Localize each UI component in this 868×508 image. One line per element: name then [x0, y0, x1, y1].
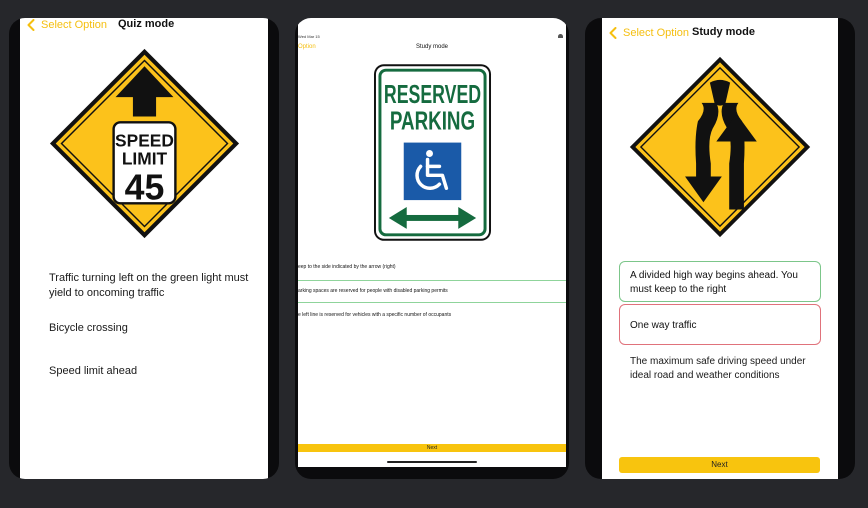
device-middle: Wed Mar 15 Option Study mode RESERVED PA…	[295, 18, 569, 479]
answer-text: A divided high way begins ahead. You mus…	[630, 270, 798, 295]
back-label: Select Option	[623, 26, 690, 39]
page-title: Study mode	[416, 44, 449, 50]
chevron-left-icon	[27, 18, 35, 31]
answer-divider-top	[298, 280, 566, 281]
answer-option-3[interactable]: Speed limit ahead	[49, 364, 259, 379]
back-button[interactable]: Select Option	[609, 26, 689, 39]
svg-text:45: 45	[125, 167, 165, 207]
back-label: Select Option	[41, 18, 108, 31]
home-indicator	[387, 461, 477, 463]
back-button[interactable]: Option	[298, 44, 316, 50]
screen-study-mode: Wed Mar 15 Option Study mode RESERVED PA…	[298, 18, 566, 467]
status-bar-time: Wed Mar 15	[298, 34, 320, 39]
speed-limit-ahead-sign: SPEED LIMIT 45	[49, 48, 240, 239]
svg-text:SPEED: SPEED	[115, 130, 174, 150]
back-button[interactable]: Select Option	[27, 18, 107, 31]
answer-option-3[interactable]: The maximum safe driving speed under ide…	[630, 355, 820, 383]
device-left: Select Option Quiz mode SPEED LIMIT 45 T…	[9, 18, 279, 479]
svg-text:PARKING: PARKING	[390, 108, 475, 136]
answer-option-2[interactable]: Bicycle crossing	[49, 321, 259, 336]
answer-option-3[interactable]: e left line is reserved for vehicles wit…	[298, 312, 566, 318]
device-right: Select Option Study mode A divided high …	[585, 18, 855, 479]
svg-text:LIMIT: LIMIT	[122, 149, 168, 169]
answer-option-correct[interactable]: A divided high way begins ahead. You mus…	[619, 261, 821, 302]
answer-option-1[interactable]: Traffic turning left on the green light …	[49, 271, 259, 301]
page-title: Quiz mode	[118, 18, 175, 30]
reserved-parking-sign: RESERVED PARKING	[373, 64, 492, 241]
next-button[interactable]: Next	[298, 444, 566, 452]
answer-option-wrong[interactable]: One way traffic	[619, 304, 821, 345]
svg-text:RESERVED: RESERVED	[384, 81, 481, 109]
divided-highway-sign	[629, 56, 811, 238]
answer-option-1[interactable]: eep to the side indicated by the arrow (…	[298, 264, 566, 270]
back-label: Option	[298, 44, 316, 50]
page-title: Study mode	[692, 26, 755, 38]
answer-option-2[interactable]: arking spaces are reserved for people wi…	[298, 288, 566, 294]
chevron-left-icon	[609, 26, 617, 39]
screen-quiz-mode: Select Option Quiz mode SPEED LIMIT 45 T…	[20, 18, 268, 479]
next-button[interactable]: Next	[619, 457, 820, 473]
answer-divider-bottom	[298, 302, 566, 303]
answer-text: One way traffic	[630, 320, 697, 331]
screen-study-mode-answers: Select Option Study mode A divided high …	[602, 18, 838, 479]
status-bar-wifi-icon	[558, 34, 563, 38]
